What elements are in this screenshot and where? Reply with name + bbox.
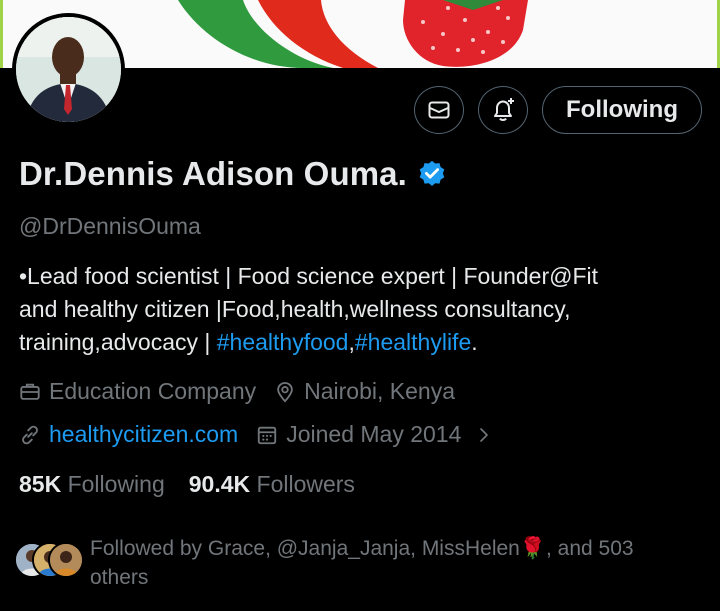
hashtag-link[interactable]: #healthylife xyxy=(355,329,471,355)
link-icon xyxy=(22,425,38,444)
envelope-icon xyxy=(428,101,450,119)
joined-label: Joined May 2014 xyxy=(286,421,462,447)
followers-stat[interactable]: 90.4K Followers xyxy=(189,471,355,498)
followers-count: 90.4K xyxy=(188,471,251,497)
followers-label: Followers xyxy=(256,471,355,497)
profile-bio: •Lead food scientist | Food science expe… xyxy=(19,260,699,359)
avatar xyxy=(48,542,84,578)
profile-meta-row: Education Company Nairobi, Kenya xyxy=(19,378,473,405)
calendar-icon xyxy=(258,426,277,444)
location-label: Nairobi, Kenya xyxy=(304,378,455,404)
profile-handle: @DrDennisOuma xyxy=(19,213,201,239)
profile-website[interactable]: healthycitizen.com xyxy=(19,421,238,448)
followed-by-text: Followed by Grace, @Janja_Janja, MissHel… xyxy=(90,534,680,592)
profile-name-row: Dr.Dennis Adison Ouma. xyxy=(19,155,447,193)
bio-line: •Lead food scientist | Food science expe… xyxy=(19,263,599,289)
profile-actions: Following xyxy=(414,86,702,134)
bell-plus-icon xyxy=(494,98,515,121)
verified-badge-icon[interactable] xyxy=(417,159,447,189)
bio-text: training,advocacy | xyxy=(19,329,217,355)
website-link[interactable]: healthycitizen.com xyxy=(49,421,238,448)
follower-avatars xyxy=(14,542,86,582)
avatar-photo xyxy=(16,17,121,122)
location-pin-icon xyxy=(277,381,293,403)
followed-by[interactable]: Followed by Grace, @Janja_Janja, MissHel… xyxy=(14,534,680,592)
profile-category: Education Company xyxy=(19,378,256,405)
profile-joined[interactable]: Joined May 2014 xyxy=(256,421,493,448)
profile-avatar[interactable] xyxy=(12,13,125,126)
category-label: Education Company xyxy=(49,378,257,404)
profile-meta-row: healthycitizen.com Joined May 2014 xyxy=(19,421,511,448)
hashtag-link[interactable]: #healthyfood xyxy=(217,329,349,355)
bio-line: and healthy citizen |Food,health,wellnes… xyxy=(19,296,571,322)
following-button[interactable]: Following xyxy=(542,86,702,134)
bio-text: . xyxy=(471,329,478,355)
following-count: 85K xyxy=(19,471,62,497)
message-button[interactable] xyxy=(414,86,465,134)
profile-stats: 85K Following 90.4K Followers xyxy=(19,471,355,498)
bio-line: training,advocacy | #healthyfood,#health… xyxy=(19,326,699,359)
rose-emoji: 🌹 xyxy=(519,537,546,560)
profile-location: Nairobi, Kenya xyxy=(274,378,455,405)
briefcase-icon xyxy=(20,383,40,400)
following-stat[interactable]: 85K Following xyxy=(19,471,165,498)
following-label: Following xyxy=(67,471,165,497)
profile-name: Dr.Dennis Adison Ouma. xyxy=(19,155,407,192)
notify-button[interactable] xyxy=(478,86,529,134)
chevron-right-icon xyxy=(480,427,489,442)
followed-by-names: Followed by Grace, @Janja_Janja, MissHel… xyxy=(90,537,520,560)
